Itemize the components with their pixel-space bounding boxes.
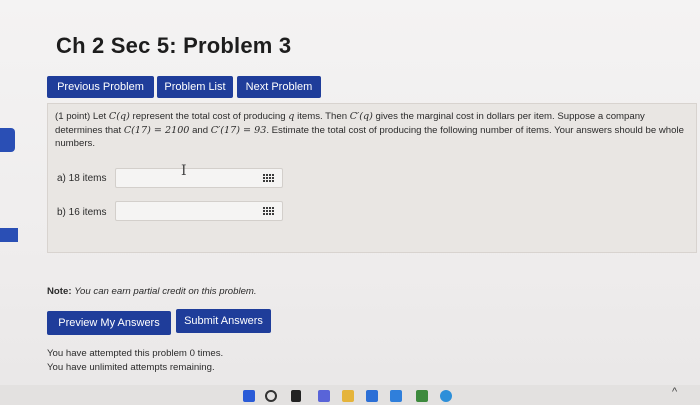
chevron-up-icon[interactable]: ^ — [672, 386, 684, 398]
matrix-entry-icon[interactable] — [261, 172, 279, 186]
matrix-entry-icon[interactable] — [261, 205, 279, 219]
file-explorer-icon[interactable] — [342, 390, 354, 402]
problem-text: . Estimate the total cost of producing t… — [266, 124, 574, 136]
problem-text: (1 point) Let — [55, 111, 107, 122]
previous-problem-button[interactable]: Previous Problem — [47, 76, 154, 98]
text-cursor-icon: I — [181, 163, 187, 179]
search-icon[interactable] — [265, 390, 277, 402]
note-text: You can earn partial credit on this prob… — [74, 286, 257, 297]
math-expression: C′(17) = 93 — [210, 124, 267, 136]
calendar-icon[interactable] — [416, 390, 428, 402]
edge-icon[interactable] — [440, 390, 452, 402]
left-edge-tab[interactable] — [0, 128, 15, 152]
problem-text: represent the total cost of producing — [132, 111, 286, 122]
problem-text: items. Then — [297, 111, 348, 122]
next-problem-button[interactable]: Next Problem — [237, 76, 321, 98]
chat-icon[interactable] — [318, 390, 330, 402]
submit-answers-button[interactable]: Submit Answers — [176, 309, 271, 333]
partial-credit-note: Note: You can earn partial credit on thi… — [47, 286, 257, 297]
store-icon[interactable] — [390, 390, 402, 402]
math-expression: q — [288, 111, 295, 122]
attempts-remaining: You have unlimited attempts remaining. — [47, 362, 215, 373]
attempts-count: You have attempted this problem 0 times. — [47, 348, 224, 359]
part-b-label: b) 16 items — [57, 207, 107, 218]
page-title: Ch 2 Sec 5: Problem 3 — [56, 33, 292, 58]
problem-statement: (1 point) Let C(q) represent the total c… — [55, 110, 691, 151]
start-icon[interactable] — [243, 390, 255, 402]
problem-text: gives the marginal cost in dollars per i… — [375, 111, 604, 122]
left-edge-tab[interactable] — [0, 228, 18, 242]
math-expression: C(17) = 2100 — [123, 124, 190, 136]
mail-icon[interactable] — [366, 390, 378, 402]
problem-text: and — [192, 124, 209, 136]
note-label: Note: — [47, 286, 72, 297]
math-expression: C′(q) — [349, 111, 373, 122]
problem-list-button[interactable]: Problem List — [157, 76, 233, 98]
task-view-icon[interactable] — [291, 390, 301, 402]
answer-b-input[interactable] — [115, 201, 283, 221]
part-a-label: a) 18 items — [57, 173, 107, 184]
answer-a-input[interactable] — [115, 168, 283, 188]
math-expression: C(q) — [108, 111, 130, 122]
preview-answers-button[interactable]: Preview My Answers — [47, 311, 171, 335]
